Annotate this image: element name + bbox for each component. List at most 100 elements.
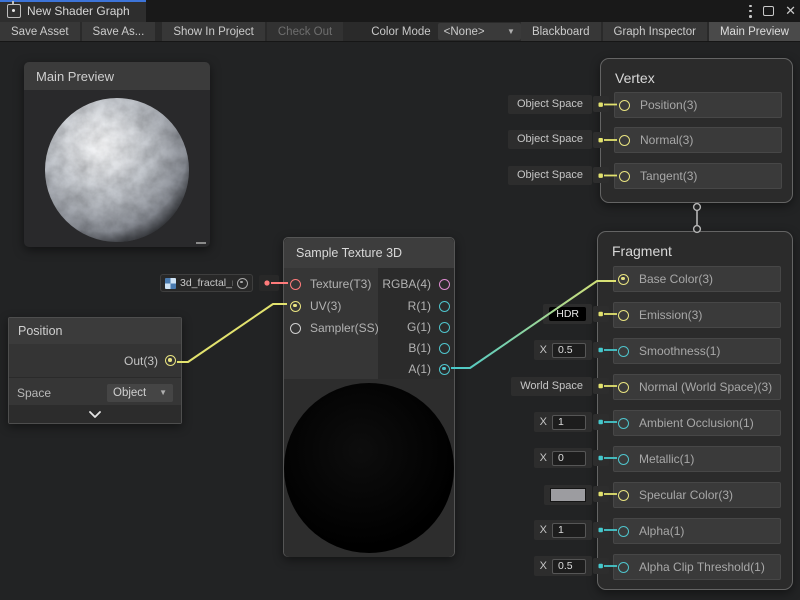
color-mode-dropdown[interactable]: <None> ▼	[438, 23, 521, 40]
close-icon[interactable]: ✕	[785, 0, 796, 22]
fragment-row-normal-ws[interactable]: Normal (World Space)(3)	[613, 374, 781, 400]
g-output-port[interactable]	[439, 322, 450, 333]
color-mode-label: Color Mode	[371, 22, 430, 41]
resize-grip[interactable]	[196, 242, 206, 244]
maximize-icon[interactable]	[763, 6, 774, 16]
vertex-row-normal[interactable]: Normal(3)	[614, 127, 782, 153]
metallic-input-port[interactable]	[618, 454, 629, 465]
tangent-input-port[interactable]	[619, 171, 630, 182]
fragment-row-base-color[interactable]: Base Color(3)	[613, 266, 781, 292]
color-mode-value: <None>	[444, 26, 485, 38]
normal-ws-space-pill[interactable]: World Space	[511, 377, 592, 396]
fragment-row-emission[interactable]: Emission(3)	[613, 302, 781, 328]
ambient-occlusion-input[interactable]: 1	[552, 415, 586, 430]
check-out-button[interactable]: Check Out	[267, 22, 343, 41]
black-preview-sphere	[284, 383, 454, 553]
position-out-row[interactable]: Out(3)	[9, 344, 181, 378]
fragment-row-smoothness[interactable]: Smoothness(1)	[613, 338, 781, 364]
fragment-row-ambient-occlusion[interactable]: Ambient Occlusion(1)	[613, 410, 781, 436]
save-as-button[interactable]: Save As...	[82, 22, 156, 41]
normal-ws-connector	[593, 378, 609, 394]
out-output-port[interactable]	[165, 355, 176, 366]
more-options-icon[interactable]	[749, 5, 752, 18]
alpha-clip-input-port[interactable]	[618, 562, 629, 573]
alpha-input-port[interactable]	[618, 526, 629, 537]
specular-color-input-port[interactable]	[618, 490, 629, 501]
emission-input-port[interactable]	[618, 310, 629, 321]
node-preview	[284, 379, 454, 557]
normal-space-pill[interactable]: Object Space	[508, 130, 592, 149]
metallic-input[interactable]: 0	[552, 451, 586, 466]
b-output-row[interactable]: B(1)	[408, 337, 454, 359]
fragment-row-alpha-clip[interactable]: Alpha Clip Threshold(1)	[613, 554, 781, 580]
specular-color-field[interactable]	[544, 485, 592, 505]
alpha-connector	[593, 522, 609, 538]
tangent-space-connector	[593, 167, 609, 183]
ambient-occlusion-connector	[593, 414, 609, 430]
ambient-occlusion-value-field[interactable]: X 1	[534, 412, 592, 432]
vertex-row-tangent[interactable]: Tangent(3)	[614, 163, 782, 189]
fragment-row-metallic[interactable]: Metallic(1)	[613, 446, 781, 472]
ambient-occlusion-input-port[interactable]	[618, 418, 629, 429]
active-tab-accent	[0, 0, 146, 2]
r-output-port[interactable]	[439, 301, 450, 312]
texture-input-port[interactable]	[290, 279, 301, 290]
sampler-input-port[interactable]	[290, 323, 301, 334]
collapse-toggle[interactable]	[9, 405, 181, 423]
a-output-port[interactable]	[439, 364, 450, 375]
b-output-port[interactable]	[439, 343, 450, 354]
main-preview-toggle-button[interactable]: Main Preview	[709, 22, 800, 41]
g-output-row[interactable]: G(1)	[407, 316, 454, 338]
sample-texture-3d-node[interactable]: Sample Texture 3D Texture(T3) UV(3) Samp…	[283, 237, 455, 557]
sampler-input-row[interactable]: Sampler(SS)	[290, 317, 379, 339]
position-input-port[interactable]	[619, 100, 630, 111]
fragment-row-alpha[interactable]: Alpha(1)	[613, 518, 781, 544]
vertex-row-position[interactable]: Position(3)	[614, 92, 782, 118]
main-preview-title[interactable]: Main Preview	[24, 62, 210, 90]
alpha-clip-connector	[593, 558, 609, 574]
r-output-row[interactable]: R(1)	[408, 295, 454, 317]
a-output-row[interactable]: A(1)	[408, 358, 454, 380]
chevron-down-icon	[89, 411, 101, 418]
space-dropdown[interactable]: Object ▼	[107, 384, 173, 402]
uv-input-row[interactable]: UV(3)	[290, 295, 341, 317]
smoothness-input-port[interactable]	[618, 346, 629, 357]
rgba-output-port[interactable]	[439, 279, 450, 290]
hdr-color-field[interactable]: HDR	[549, 307, 586, 321]
uv-input-port[interactable]	[290, 301, 301, 312]
chevron-down-icon: ▼	[159, 388, 167, 397]
tangent-space-pill[interactable]: Object Space	[508, 166, 592, 185]
object-picker-icon[interactable]	[237, 278, 248, 289]
emission-connector	[593, 306, 609, 322]
emission-hdr-field[interactable]: HDR	[543, 304, 592, 324]
position-space-connector	[593, 96, 609, 112]
texture-3d-icon	[165, 278, 176, 289]
texture-object-field[interactable]: 3d_fractal_n	[160, 274, 253, 292]
specular-color-swatch[interactable]	[550, 488, 586, 502]
fragment-node[interactable]: Fragment Base Color(3) Emission(3) Smoot…	[597, 231, 793, 590]
vertex-node[interactable]: Vertex Position(3) Normal(3) Tangent(3)	[600, 58, 793, 203]
alpha-input[interactable]: 1	[552, 523, 586, 538]
blackboard-toggle-button[interactable]: Blackboard	[521, 22, 601, 41]
graph-inspector-toggle-button[interactable]: Graph Inspector	[603, 22, 707, 41]
metallic-value-field[interactable]: X 0	[534, 448, 592, 468]
alpha-value-field[interactable]: X 1	[534, 520, 592, 540]
normal-input-port[interactable]	[619, 135, 630, 146]
smoothness-value-field[interactable]: X 0.5	[534, 340, 592, 360]
texture-input-row[interactable]: Texture(T3)	[290, 273, 371, 295]
normal-ws-input-port[interactable]	[618, 382, 629, 393]
position-space-pill[interactable]: Object Space	[508, 95, 592, 114]
rgba-output-row[interactable]: RGBA(4)	[382, 273, 454, 295]
base-color-input-port[interactable]	[618, 274, 629, 285]
tab-new-shader-graph[interactable]: New Shader Graph	[0, 0, 146, 22]
position-node[interactable]: Position Out(3) Space Object ▼	[8, 317, 182, 424]
main-preview-panel[interactable]: Main Preview	[24, 62, 210, 247]
alpha-clip-value-field[interactable]: X 0.5	[534, 556, 592, 576]
smoothness-input[interactable]: 0.5	[552, 343, 586, 358]
show-in-project-button[interactable]: Show In Project	[162, 22, 265, 41]
vertex-title: Vertex	[601, 59, 792, 86]
metallic-connector	[593, 450, 609, 466]
alpha-clip-input[interactable]: 0.5	[552, 559, 586, 574]
save-asset-button[interactable]: Save Asset	[0, 22, 80, 41]
fragment-row-specular-color[interactable]: Specular Color(3)	[613, 482, 781, 508]
